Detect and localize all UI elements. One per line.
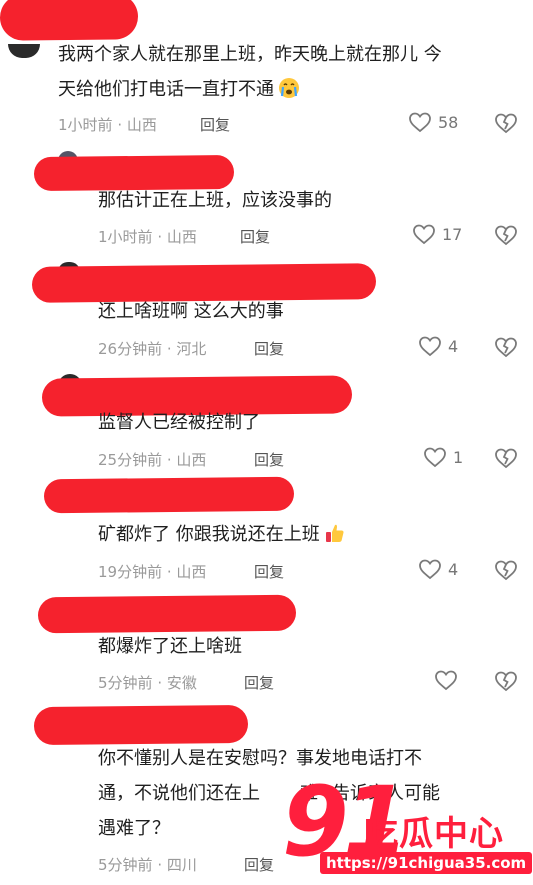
like-button[interactable]: 1 [423,446,463,468]
redacted-username [43,476,295,514]
heart-icon [413,224,435,245]
avatar[interactable] [8,44,40,58]
comment-text: 遇难了？ [98,818,170,839]
broken-heart-icon [495,113,517,134]
heart-icon [435,670,457,691]
crying-face-icon [279,78,299,98]
comment-location: 山西 [176,563,207,581]
like-button[interactable]: 17 [412,223,462,245]
dislike-button[interactable] [494,447,518,469]
comment-meta: 1小时前 · 山西 [58,116,157,134]
dislike-button[interactable] [494,559,518,581]
comment-location: 山西 [176,451,207,469]
heart-icon [419,559,441,580]
heart-icon [424,447,446,468]
reply-button[interactable]: 回复 [200,114,230,135]
broken-heart-icon [495,671,517,692]
heart-icon [419,336,441,357]
comment-time: 5分钟前 [98,856,153,874]
redacted-username [37,594,297,634]
watermark: 91 吃瓜中心 https://91chigua35.com [282,772,533,885]
reply-button[interactable]: 回复 [244,854,274,875]
comment-text: 都爆炸了还上啥班 [98,636,242,657]
reply-button[interactable]: 回复 [254,561,284,582]
comment-meta: 5分钟前 · 四川 [98,856,197,874]
broken-heart-icon [495,448,517,469]
comment-location: 河北 [176,340,207,358]
comment-text: 天给他们打电话一直打不通 [58,79,274,100]
broken-heart-icon [495,225,517,246]
heart-icon [409,112,431,133]
like-count: 4 [448,336,459,356]
redacted-username [33,704,249,746]
like-button[interactable]: 58 [408,111,458,133]
comment-time: 26分钟前 [98,340,163,358]
broken-heart-icon [495,337,517,358]
comment-meta: 1小时前 · 山西 [98,228,197,246]
comment-text: 通，不说他们还在上 [98,783,260,804]
comment-meta: 26分钟前 · 河北 [98,340,207,358]
comment-text: 还上啥班啊 这么大的事 [98,301,284,322]
comment-text: 天给他们打电话一直打不通 [58,75,300,105]
comment-text: 我两个家人就在那里上班，昨天晚上就在那儿 今 [58,44,442,65]
comment-text: 那估计正在上班，应该没事的 [98,190,332,211]
like-count: 58 [438,112,459,132]
comment-text: 监督人已经被控制了 [98,412,260,433]
like-button[interactable]: 4 [418,335,458,357]
reply-button[interactable]: 回复 [240,226,270,247]
comment-location: 山西 [166,228,197,246]
comment-location: 山西 [126,116,157,134]
comment-time: 25分钟前 [98,451,163,469]
reply-button[interactable]: 回复 [254,449,284,470]
comment-meta: 19分钟前 · 山西 [98,563,207,581]
redacted-username [0,0,139,41]
like-button[interactable] [434,669,464,691]
comment-meta: 5分钟前 · 安徽 [98,674,197,692]
dislike-button[interactable] [494,112,518,134]
thumbs-up-icon [325,524,344,542]
dislike-button[interactable] [494,670,518,692]
comment-text: 矿都炸了 你跟我说还在上班 [98,524,320,545]
dislike-button[interactable] [494,336,518,358]
comment-meta: 25分钟前 · 山西 [98,451,207,469]
comment-time: 5分钟前 [98,674,153,692]
comment-location: 安徽 [166,674,197,692]
comment-time: 1小时前 [58,116,113,134]
reply-button[interactable]: 回复 [254,338,284,359]
like-count: 17 [442,224,463,244]
reply-button[interactable]: 回复 [244,672,274,693]
comment-time: 1小时前 [98,228,153,246]
like-button[interactable]: 4 [418,558,458,580]
watermark-name: 吃瓜中心 [364,814,504,854]
watermark-url: https://91chigua35.com [320,852,533,874]
comment-time: 19分钟前 [98,563,163,581]
like-count: 4 [448,559,459,579]
like-count: 1 [453,447,464,467]
comment-location: 四川 [166,856,197,874]
broken-heart-icon [495,560,517,581]
dislike-button[interactable] [494,224,518,246]
comment-text: 矿都炸了 你跟我说还在上班 [98,520,346,550]
